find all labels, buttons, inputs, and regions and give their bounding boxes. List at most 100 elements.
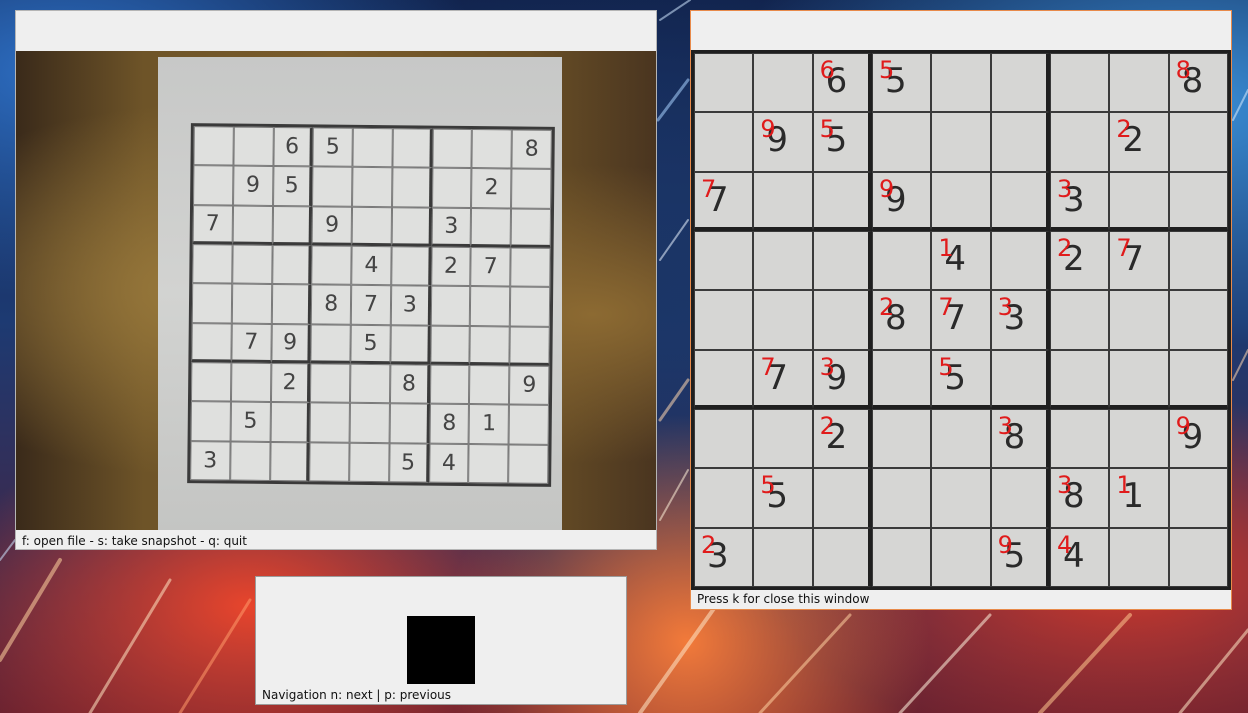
recognized-digit: 4 <box>1056 530 1073 559</box>
board-cell <box>871 527 932 587</box>
recognized-digit: 2 <box>819 411 835 440</box>
grid-cell: 5 <box>312 127 353 168</box>
grid-cell <box>233 126 274 167</box>
grid-cell <box>232 205 273 245</box>
grid-cell <box>310 363 351 404</box>
grid-cell <box>389 403 430 444</box>
grid-cell <box>352 167 393 207</box>
board-cell <box>694 408 754 469</box>
camera-window[interactable]: 658952793427873795289581354 f: open file… <box>15 10 657 550</box>
grid-cell <box>269 441 310 482</box>
grid-cell: 9 <box>509 365 550 406</box>
grid-cell <box>390 324 431 365</box>
solved-sudoku-board: 6655889955227799334122778277337793552283… <box>691 50 1231 590</box>
grid-cell: 6 <box>272 126 314 167</box>
grid-cell: 2 <box>430 246 472 287</box>
board-cell: 55 <box>753 468 813 528</box>
board-cell <box>990 53 1050 113</box>
grid-cell: 2 <box>270 362 311 403</box>
result-window[interactable]: 6655889955227799334122778277337793552283… <box>690 10 1232 610</box>
grid-cell <box>430 325 471 366</box>
grid-cell: 5 <box>230 401 271 442</box>
grid-cell <box>508 444 549 484</box>
board-cell <box>871 112 932 172</box>
grid-cell <box>391 246 432 286</box>
grid-cell <box>231 283 272 324</box>
recognized-digit: 9 <box>878 174 895 203</box>
grid-cell <box>311 245 352 286</box>
recognized-digit: 3 <box>819 352 835 381</box>
recognized-digit: 8 <box>1175 56 1191 84</box>
board-cell <box>990 468 1050 528</box>
board-cell <box>1168 230 1228 291</box>
board-cell <box>1168 527 1228 587</box>
recognized-digit: 7 <box>938 293 954 322</box>
board-cell <box>1049 349 1110 409</box>
board-cell: 44 <box>1049 527 1110 587</box>
board-cell <box>871 230 932 291</box>
board-cell <box>1049 408 1110 469</box>
grid-cell <box>469 325 511 366</box>
board-cell <box>1109 290 1169 350</box>
grid-cell <box>349 403 390 443</box>
recognized-digit: 7 <box>1116 233 1132 262</box>
recognized-digit: 2 <box>1116 115 1132 144</box>
grid-cell <box>391 167 433 208</box>
recognized-digit: 1 <box>1116 471 1132 500</box>
grid-cell <box>510 247 551 288</box>
grid-cell <box>511 168 552 209</box>
board-cell: 55 <box>931 349 991 409</box>
board-cell <box>1168 349 1228 409</box>
recognized-digit: 5 <box>760 471 776 500</box>
board-cell <box>812 527 872 587</box>
grid-cell <box>229 441 271 481</box>
grid-cell <box>272 205 313 246</box>
board-cell <box>931 408 991 469</box>
grid-cell <box>231 244 273 285</box>
recognized-digit: 3 <box>1056 174 1073 203</box>
board-cell: 99 <box>871 171 932 231</box>
grid-cell: 7 <box>350 285 392 325</box>
grid-cell <box>271 244 312 285</box>
grid-cell: 9 <box>270 323 312 364</box>
grid-cell <box>510 208 552 248</box>
board-cell <box>1168 171 1228 231</box>
grid-cell <box>191 283 232 324</box>
board-cell: 11 <box>1109 468 1169 528</box>
grid-cell: 2 <box>471 168 512 209</box>
board-cell <box>931 468 991 528</box>
navigation-window[interactable]: Navigation n: next | p: previous <box>255 576 627 705</box>
board-cell: 32 <box>694 527 754 587</box>
grid-cell <box>510 286 551 327</box>
board-cell <box>990 112 1050 172</box>
recognized-digit: 2 <box>878 293 895 322</box>
board-cell: 82 <box>871 290 932 350</box>
grid-cell: 3 <box>390 285 431 326</box>
board-cell <box>753 408 813 469</box>
recognized-digit: 3 <box>997 293 1013 322</box>
grid-cell <box>509 326 550 366</box>
grid-cell: 8 <box>389 364 431 404</box>
grid-cell <box>191 322 232 363</box>
grid-cell: 4 <box>351 245 392 286</box>
grid-cell <box>350 363 391 404</box>
grid-cell: 3 <box>431 207 472 248</box>
recognized-digit: 3 <box>1056 471 1073 500</box>
grid-cell: 7 <box>192 204 233 245</box>
recognized-digit: 9 <box>760 115 776 144</box>
board-cell: 33 <box>1049 171 1110 231</box>
grid-cell <box>190 362 232 402</box>
board-cell <box>990 171 1050 231</box>
board-cell <box>753 290 813 350</box>
board-cell <box>931 527 991 587</box>
board-cell <box>1109 53 1169 113</box>
camera-feed: 658952793427873795289581354 <box>16 51 656 530</box>
grid-cell <box>432 128 473 169</box>
grid-cell: 5 <box>389 442 430 483</box>
grid-cell <box>190 401 231 442</box>
board-cell: 77 <box>753 349 813 409</box>
board-cell: 66 <box>812 53 872 113</box>
recognized-digit: 5 <box>819 115 835 144</box>
grid-cell <box>471 207 512 248</box>
recognized-digit: 9 <box>1175 411 1191 440</box>
